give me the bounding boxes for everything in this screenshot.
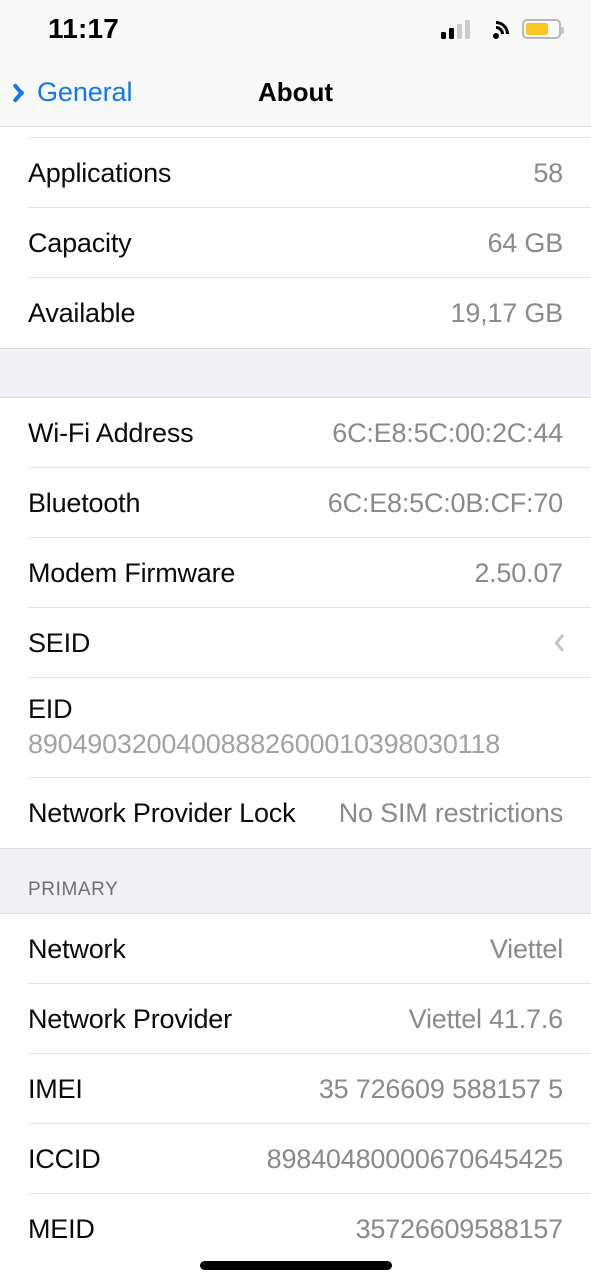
chevron-right-icon: [548, 632, 561, 654]
row-label: MEID: [28, 1213, 95, 1244]
row-value: 64 GB: [487, 227, 563, 258]
row-label: ICCID: [28, 1143, 101, 1174]
navigation-bar: General About: [0, 58, 591, 127]
table-row[interactable]: Wi-Fi Address 6C:E8:5C:00:2C:44: [0, 398, 591, 468]
row-value: No SIM restrictions: [338, 797, 563, 828]
cellular-signal-icon: [441, 19, 470, 39]
section-header-primary: PRIMARY: [0, 848, 591, 914]
table-row-seid[interactable]: SEID: [0, 608, 591, 678]
row-value: 89840480000670645425: [266, 1143, 564, 1174]
row-value: 6C:E8:5C:0B:CF:70: [327, 487, 563, 518]
row-label: Modem Firmware: [28, 557, 236, 588]
row-label: Wi-Fi Address: [28, 417, 194, 448]
table-row[interactable]: ICCID 89840480000670645425: [0, 1124, 591, 1194]
row-value: 58: [533, 157, 563, 188]
row-value: 89049032004008882600010398030118: [28, 729, 501, 759]
section-divider: [0, 348, 591, 398]
row-value: 35726609588157: [355, 1213, 564, 1244]
back-button[interactable]: General: [0, 77, 132, 108]
row-label: EID: [28, 694, 73, 724]
section-storage: Applications 58 Capacity 64 GB Available…: [0, 138, 591, 348]
status-bar-time: 11:17: [48, 13, 120, 44]
row-label: Network Provider Lock: [28, 797, 296, 828]
row-label: Capacity: [28, 227, 132, 258]
scrolled-row-edge: [0, 127, 591, 138]
row-label: Network: [28, 933, 126, 964]
status-bar-indicators: [441, 15, 564, 52]
row-value: 35 726609 588157 5: [318, 1073, 563, 1104]
table-row[interactable]: Available 19,17 GB: [0, 278, 591, 348]
table-row[interactable]: Network Provider Viettel 41.7.6: [0, 984, 591, 1054]
row-value: 6C:E8:5C:00:2C:44: [332, 417, 563, 448]
table-row[interactable]: MEID 35726609588157: [0, 1194, 591, 1264]
row-label: Applications: [28, 157, 172, 188]
battery-icon: [522, 19, 564, 39]
table-row[interactable]: Bluetooth 6C:E8:5C:0B:CF:70: [0, 468, 591, 538]
chevron-left-icon: [17, 80, 31, 104]
section-primary-sim: Network Viettel Network Provider Viettel…: [0, 914, 591, 1264]
table-row[interactable]: Applications 58: [0, 138, 591, 208]
table-row[interactable]: IMEI 35 726609 588157 5: [0, 1054, 591, 1124]
status-bar: 11:17: [0, 0, 591, 58]
row-value: 2.50.07: [474, 557, 563, 588]
section-hardware: Wi-Fi Address 6C:E8:5C:00:2C:44 Bluetoot…: [0, 398, 591, 848]
row-value: Viettel 41.7.6: [408, 1003, 564, 1034]
row-value: Viettel: [489, 933, 563, 964]
row-label: IMEI: [28, 1073, 83, 1104]
row-label: Network Provider: [28, 1003, 232, 1034]
row-value: 19,17 GB: [450, 297, 564, 328]
row-label: SEID: [28, 627, 91, 658]
settings-list[interactable]: Applications 58 Capacity 64 GB Available…: [0, 127, 591, 1264]
row-label: Available: [28, 297, 136, 328]
table-row[interactable]: Network Provider Lock No SIM restriction…: [0, 778, 591, 848]
wifi-icon: [477, 15, 515, 52]
table-row[interactable]: Modem Firmware 2.50.07: [0, 538, 591, 608]
back-button-label: General: [37, 76, 133, 107]
table-row-eid[interactable]: EID 89049032004008882600010398030118: [0, 678, 591, 778]
table-row[interactable]: Capacity 64 GB: [0, 208, 591, 278]
table-row[interactable]: Network Viettel: [0, 914, 591, 984]
row-label: Bluetooth: [28, 487, 141, 518]
